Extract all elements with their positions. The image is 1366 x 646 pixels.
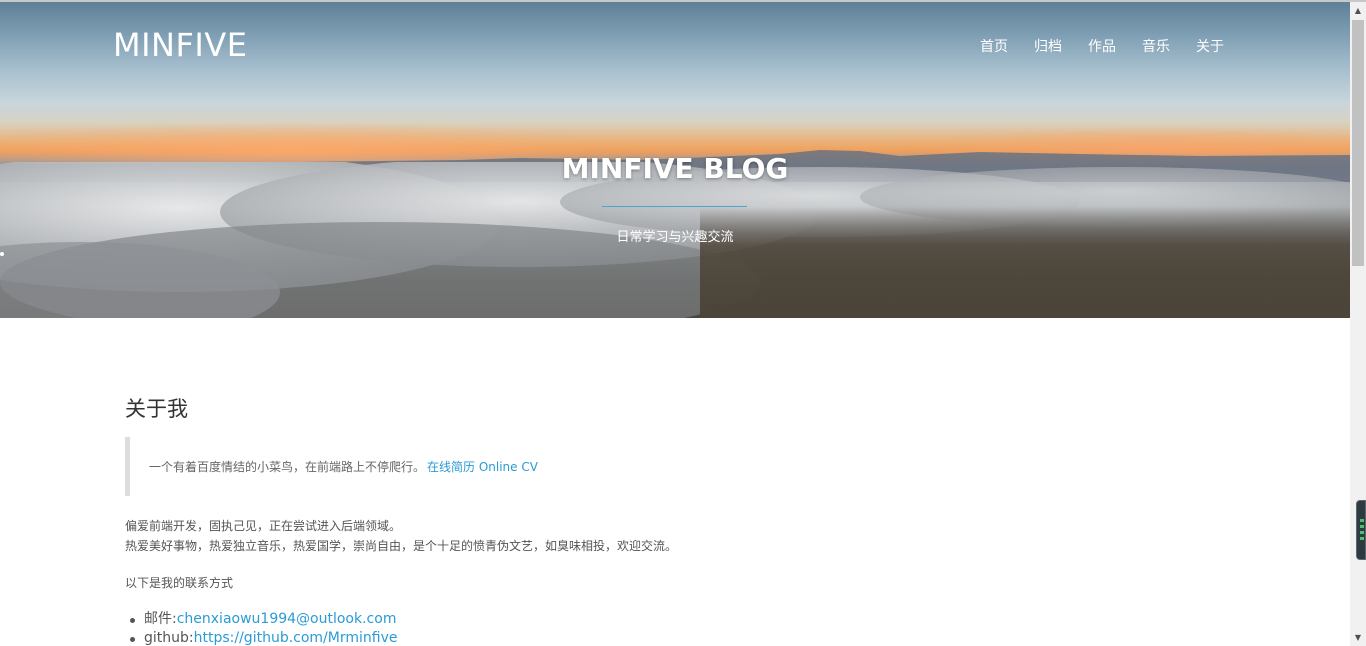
scrollbar-thumb[interactable]: [1352, 20, 1364, 266]
list-item: 邮件:chenxiaowu1994@outlook.com: [125, 610, 397, 629]
widget-bar: [1360, 537, 1364, 540]
contact-list: 邮件:chenxiaowu1994@outlook.com github:htt…: [125, 610, 397, 646]
nav-item-about[interactable]: 关于: [1196, 36, 1224, 56]
bio-line: 热爱美好事物，热爱独立音乐，热爱国学，崇尚自由，是个十足的愤青伪文艺，如臭味相投…: [125, 539, 678, 553]
widget-bar: [1360, 531, 1364, 534]
bio-line: 偏爱前端开发，固执己见，正在尝试进入后端领域。: [125, 519, 402, 533]
github-link[interactable]: https://github.com/Mrminfive: [194, 630, 398, 646]
chevron-down-icon[interactable]: ▼: [1350, 629, 1366, 646]
hero-banner: MINFIVE 首页 归档 作品 音乐 关于 MINFIVE BLOG 日常学习…: [0, 2, 1350, 318]
hero-edge-dot: [0, 252, 4, 256]
online-cv-link[interactable]: 在线简历 Online CV: [427, 458, 538, 475]
contact-intro: 以下是我的联系方式: [125, 576, 234, 590]
hero-divider: [602, 206, 747, 207]
email-link[interactable]: chenxiaowu1994@outlook.com: [177, 611, 397, 627]
contact-label-email: 邮件:: [144, 611, 177, 627]
main-nav: 首页 归档 作品 音乐 关于: [980, 36, 1224, 56]
side-widget-tab[interactable]: [1356, 500, 1366, 560]
chevron-up-icon[interactable]: ▲: [1350, 2, 1366, 19]
hero-title: MINFIVE BLOG: [561, 152, 789, 185]
bio-paragraph: 偏爱前端开发，固执己见，正在尝试进入后端领域。 热爱美好事物，热爱独立音乐，热爱…: [125, 516, 677, 556]
hill-terrain: [700, 207, 1350, 318]
page-title: 关于我: [125, 397, 188, 421]
nav-item-archive[interactable]: 归档: [1034, 36, 1062, 56]
nav-item-music[interactable]: 音乐: [1142, 36, 1170, 56]
nav-item-works[interactable]: 作品: [1088, 36, 1116, 56]
contact-label-github: github:: [144, 630, 194, 646]
quote-text: 一个有着百度情结的小菜鸟，在前端路上不停爬行。: [149, 460, 426, 474]
site-logo[interactable]: MINFIVE: [113, 26, 247, 64]
widget-bar: [1360, 525, 1364, 528]
nav-item-home[interactable]: 首页: [980, 36, 1008, 56]
widget-bar: [1360, 519, 1364, 522]
intro-quote: 一个有着百度情结的小菜鸟，在前端路上不停爬行。 在线简历 Online CV: [125, 437, 1025, 496]
list-item: github:https://github.com/Mrminfive: [125, 629, 397, 646]
hero-subtitle: 日常学习与兴趣交流: [616, 230, 734, 245]
browser-top-border: [0, 0, 1366, 2]
